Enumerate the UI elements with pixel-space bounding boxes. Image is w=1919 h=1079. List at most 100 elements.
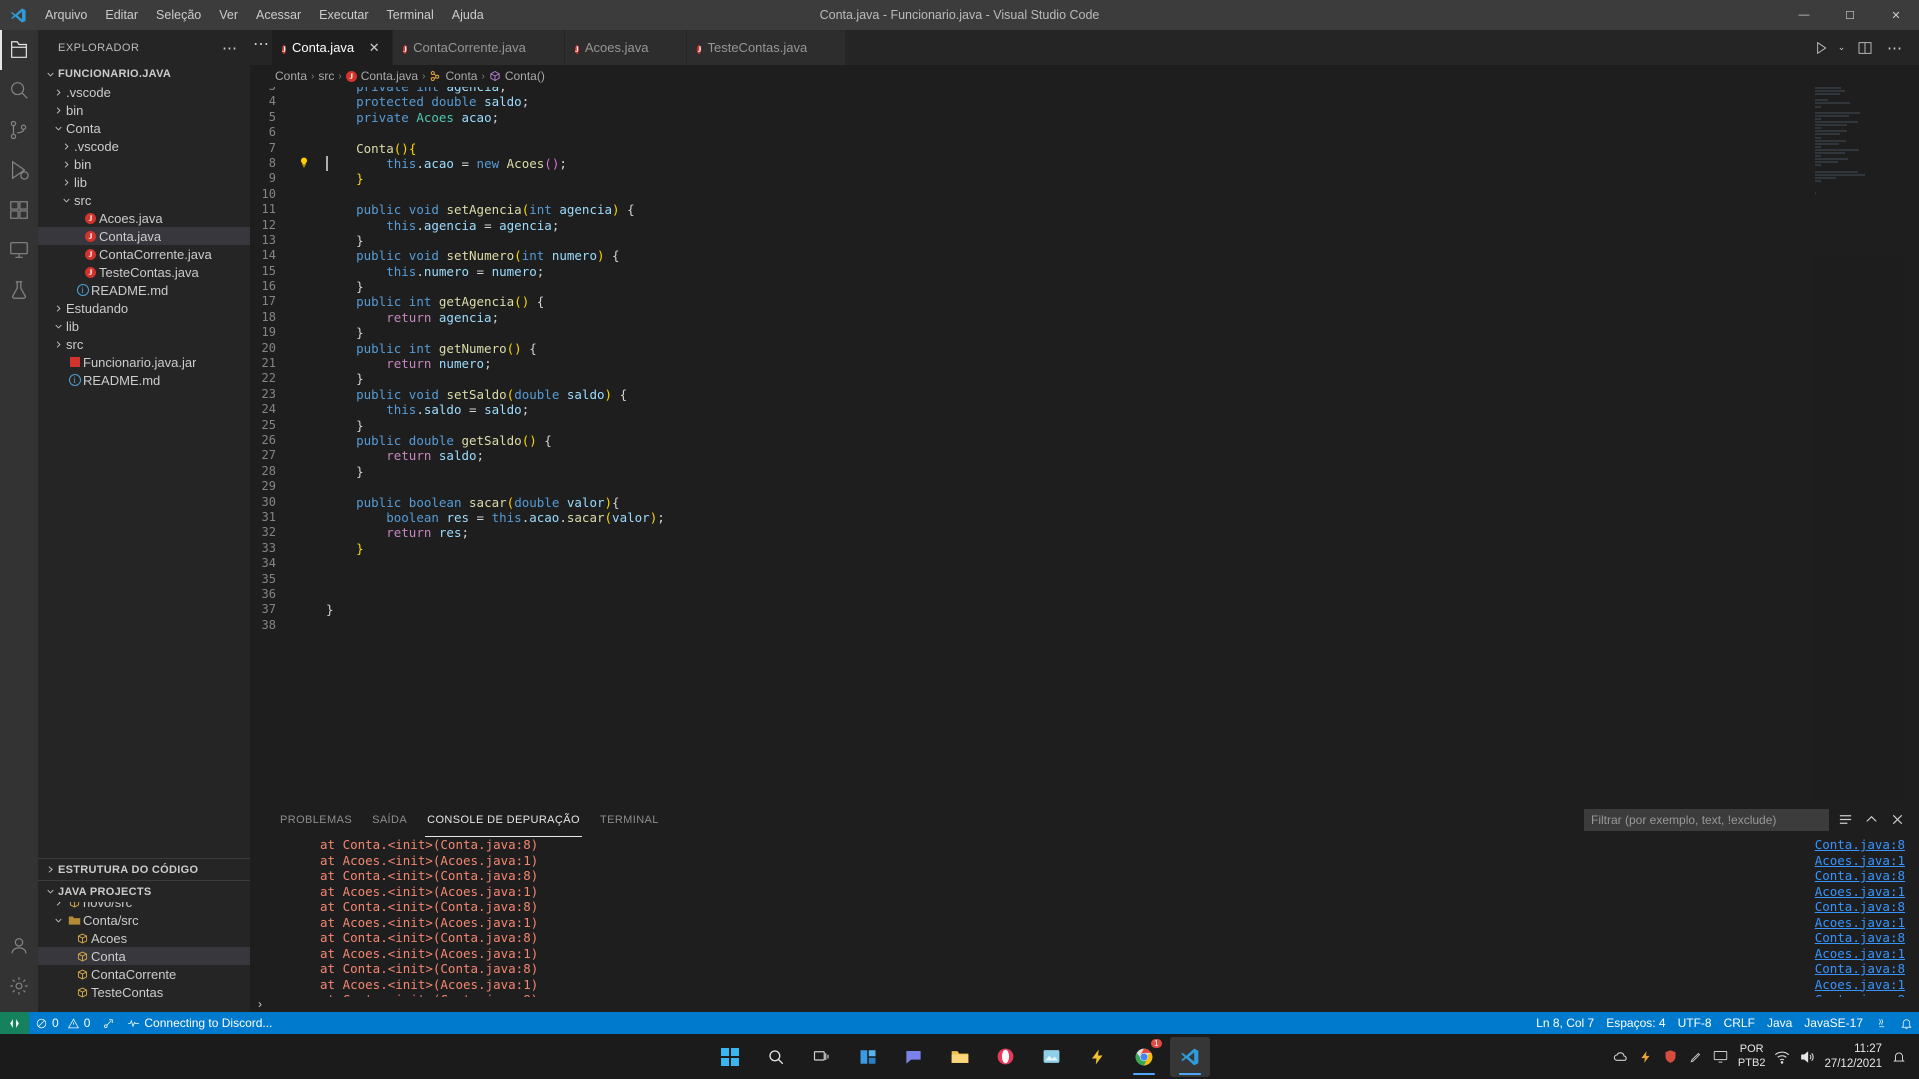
code-line[interactable]: 15 this.numero = numero; (250, 264, 1919, 279)
glyph-margin[interactable] (298, 356, 320, 371)
glyph-margin[interactable] (298, 418, 320, 433)
code-line[interactable]: 31 boolean res = this.acao.sacar(valor); (250, 510, 1919, 525)
code-line[interactable]: 10 (250, 187, 1919, 202)
code-line[interactable]: 7 Conta(){ (250, 141, 1919, 156)
code-line[interactable]: 29 (250, 479, 1919, 494)
tray-cloud-icon[interactable] (1613, 1049, 1629, 1065)
split-editor-right-button[interactable] (1851, 34, 1879, 62)
source-link[interactable]: Conta.java:8 (1815, 899, 1919, 915)
explorer-icon[interactable] (0, 30, 38, 70)
more-editor-actions-button[interactable]: ⋯ (1881, 34, 1909, 62)
tree-item[interactable]: .vscode (38, 83, 250, 101)
source-link[interactable]: Conta.java:8 (1815, 992, 1919, 997)
source-link[interactable]: Conta.java:8 (1815, 868, 1919, 884)
java-project-item[interactable]: ContaCorrente (38, 965, 250, 983)
code-line[interactable]: 13 } (250, 233, 1919, 248)
wifi-icon[interactable] (1774, 1049, 1790, 1065)
code-line[interactable]: 4 protected double saldo; (250, 94, 1919, 109)
code-line[interactable]: 6 (250, 125, 1919, 140)
source-link[interactable]: Acoes.java:1 (1815, 977, 1919, 993)
breadcrumb-item[interactable]: Conta() (489, 69, 545, 83)
notifications-bell-icon[interactable] (1894, 1012, 1919, 1034)
glyph-margin[interactable] (298, 464, 320, 479)
java-project-item[interactable]: novo/src (38, 902, 250, 911)
glyph-margin[interactable] (298, 202, 320, 217)
source-link[interactable]: Conta.java:8 (1815, 961, 1919, 977)
glyph-margin[interactable] (298, 171, 320, 186)
editor-language-mode[interactable]: Java (1761, 1012, 1798, 1034)
tree-item[interactable]: FUNCIONARIO.JAVA (38, 65, 250, 83)
close-window-button[interactable]: ✕ (1873, 0, 1919, 30)
tray-power-icon[interactable] (1638, 1049, 1654, 1065)
glyph-margin[interactable] (298, 402, 320, 417)
teams-chat-button[interactable] (894, 1037, 934, 1077)
glyph-margin[interactable] (298, 141, 320, 156)
vscode-taskbar-button[interactable] (1169, 1036, 1210, 1077)
glyph-margin[interactable] (298, 433, 320, 448)
glyph-margin[interactable] (298, 556, 320, 571)
glyph-margin[interactable] (298, 264, 320, 279)
testing-icon[interactable] (0, 270, 38, 310)
tray-monitor-icon[interactable] (1713, 1049, 1729, 1065)
menu-acessar[interactable]: Acessar (247, 0, 310, 30)
code-line[interactable]: 19 } (250, 325, 1919, 340)
glyph-margin[interactable] (298, 310, 320, 325)
code-line[interactable]: 32 return res; (250, 525, 1919, 540)
extensions-icon[interactable] (0, 190, 38, 230)
tree-item[interactable]: bin (38, 101, 250, 119)
maximize-panel-button[interactable] (1861, 810, 1881, 830)
editor-position[interactable]: Ln 8, Col 7 (1530, 1012, 1600, 1034)
source-link[interactable]: Conta.java:8 (1815, 930, 1919, 946)
breadcrumb-item[interactable]: Conta (429, 69, 477, 83)
glyph-margin[interactable] (298, 94, 320, 109)
tab-acoes-java[interactable]: JAcoes.java✕ (564, 30, 688, 65)
code-line[interactable]: 34 (250, 556, 1919, 571)
widgets-button[interactable] (848, 1037, 888, 1077)
run-dropdown-button[interactable]: ⌄ (1837, 34, 1849, 62)
glyph-margin[interactable] (298, 387, 320, 402)
glyph-margin[interactable] (298, 525, 320, 540)
editor-tabs[interactable]: JConta.java✕JContaCorrente.java✕JAcoes.j… (272, 30, 847, 65)
search-taskbar-button[interactable] (756, 1037, 796, 1077)
tree-item[interactable]: .vscode (38, 137, 250, 155)
tab-contacorrente-java[interactable]: JContaCorrente.java✕ (393, 30, 565, 65)
glyph-margin[interactable] (298, 510, 320, 525)
glyph-margin[interactable] (298, 587, 320, 602)
glyph-margin[interactable] (298, 156, 320, 171)
code-line[interactable]: 38 (250, 618, 1919, 633)
code-line[interactable]: 37} (250, 602, 1919, 617)
tree-item[interactable]: Funcionario.java.jar (38, 353, 250, 371)
status-discord[interactable]: Connecting to Discord... (121, 1012, 278, 1034)
code-line[interactable]: 21 return numero; (250, 356, 1919, 371)
tab-saida[interactable]: SAÍDA (362, 802, 417, 837)
search-icon[interactable] (0, 70, 38, 110)
code-line[interactable]: 30 public boolean sacar(double valor){ (250, 495, 1919, 510)
code-line[interactable]: 11 public void setAgencia(int agencia) { (250, 202, 1919, 217)
tab-problemas[interactable]: PROBLEMAS (270, 802, 362, 837)
clear-console-button[interactable] (1835, 810, 1855, 830)
breadcrumb-item[interactable]: J Conta.java (345, 69, 418, 83)
run-debug-icon[interactable] (0, 150, 38, 190)
start-button[interactable] (710, 1037, 750, 1077)
glyph-margin[interactable] (298, 479, 320, 494)
photos-button[interactable] (1032, 1037, 1072, 1077)
opera-button[interactable] (986, 1037, 1026, 1077)
code-line[interactable]: 18 return agencia; (250, 310, 1919, 325)
lightbulb-quickfix-icon[interactable] (298, 157, 310, 172)
code-line[interactable]: 27 return saldo; (250, 448, 1919, 463)
code-line[interactable]: 20 public int getNumero() { (250, 341, 1919, 356)
tabs-overflow-button[interactable]: ⋯ (250, 30, 272, 58)
status-problems[interactable]: 0 0 (29, 1012, 96, 1034)
glyph-margin[interactable] (298, 279, 320, 294)
tree-item[interactable]: J TesteContas.java (38, 263, 250, 281)
java-projects-tree[interactable]: novo/src Conta/src Acoes Conta ContaCorrente… (38, 902, 250, 1012)
tab-conta-java[interactable]: J Conta.java ✕ (272, 30, 394, 65)
menu-ajuda[interactable]: Ajuda (443, 0, 493, 30)
glyph-margin[interactable] (298, 448, 320, 463)
code-line[interactable]: 14 public void setNumero(int numero) { (250, 248, 1919, 263)
remote-explorer-icon[interactable] (0, 230, 38, 270)
code-line[interactable]: 23 public void setSaldo(double saldo) { (250, 387, 1919, 402)
code-line[interactable]: 5 private Acoes acao; (250, 110, 1919, 125)
tree-item[interactable]: Estudando (38, 299, 250, 317)
glyph-margin[interactable] (298, 248, 320, 263)
